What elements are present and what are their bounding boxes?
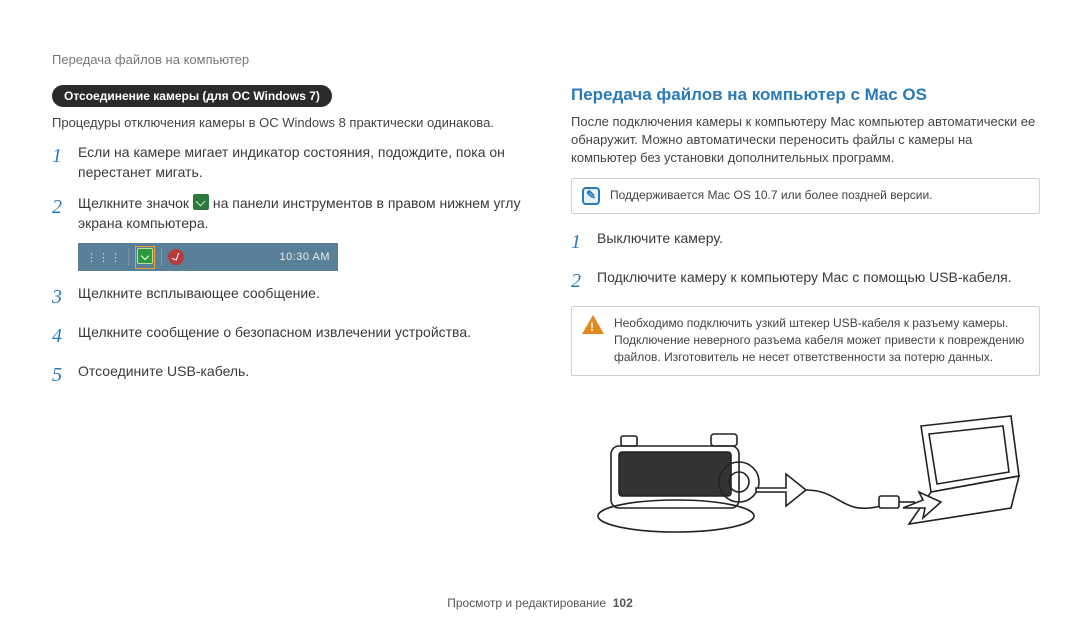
note-text: Поддерживается Mac OS 10.7 или более поз…	[610, 187, 933, 204]
taskbar-screenshot: ⋮⋮⋮ 10:30 AM	[78, 243, 338, 271]
info-icon: ✎	[582, 187, 600, 205]
content-columns: Отсоединение камеры (для ОС Windows 7) П…	[52, 85, 1040, 546]
step-number: 1	[52, 142, 78, 171]
footer-section: Просмотр и редактирование	[447, 596, 606, 610]
taskbar-separator	[161, 248, 162, 266]
taskbar-highlight	[135, 246, 155, 269]
list-item: 5 Отсоедините USB-кабель.	[52, 361, 521, 390]
step-text: Отсоедините USB-кабель.	[78, 361, 521, 381]
section-pill-windows: Отсоединение камеры (для ОС Windows 7)	[52, 85, 332, 107]
step-text: Щелкните всплывающее сообщение.	[78, 283, 521, 303]
page-number: 102	[613, 596, 633, 610]
step-text: Если на камере мигает индикатор состояни…	[78, 142, 521, 183]
page-header: Передача файлов на компьютер	[52, 52, 249, 67]
safe-remove-tray-icon	[137, 248, 153, 264]
step-number: 2	[571, 267, 597, 296]
taskbar-clock: 10:30 AM	[280, 251, 330, 263]
step-number: 4	[52, 322, 78, 351]
list-item: 1 Если на камере мигает индикатор состоя…	[52, 142, 521, 183]
step-number: 1	[571, 228, 597, 257]
taskbar-grip-icon: ⋮⋮⋮	[86, 251, 122, 264]
tray-icon	[168, 249, 184, 265]
step2-prefix: Щелкните значок	[78, 195, 193, 211]
warning-box: Необходимо подключить узкий штекер USB-к…	[571, 306, 1040, 376]
list-item: 2 Подключите камеру к компьютеру Mac с п…	[571, 267, 1040, 296]
right-column: Передача файлов на компьютер с Mac OS По…	[571, 85, 1040, 546]
note-box: ✎ Поддерживается Mac OS 10.7 или более п…	[571, 178, 1040, 214]
list-item: 3 Щелкните всплывающее сообщение.	[52, 283, 521, 312]
connection-diagram-icon	[591, 396, 1021, 546]
right-steps: 1 Выключите камеру. 2 Подключите камеру …	[571, 228, 1040, 296]
page-footer: Просмотр и редактирование 102	[0, 596, 1080, 610]
section-title-mac: Передача файлов на компьютер с Mac OS	[571, 85, 1040, 105]
list-item: 1 Выключите камеру.	[571, 228, 1040, 257]
left-steps-cont: 3 Щелкните всплывающее сообщение. 4 Щелк…	[52, 283, 521, 390]
step-text: Щелкните сообщение о безопасном извлечен…	[78, 322, 521, 342]
taskbar-separator	[128, 248, 129, 266]
step-text: Выключите камеру.	[597, 228, 1040, 248]
right-intro: После подключения камеры к компьютеру Ma…	[571, 113, 1040, 168]
step-text: Щелкните значок на панели инструментов в…	[78, 193, 521, 234]
camera-laptop-illustration	[571, 396, 1040, 546]
safe-remove-icon	[193, 194, 209, 210]
step-number: 2	[52, 193, 78, 222]
left-intro: Процедуры отключения камеры в ОС Windows…	[52, 114, 521, 132]
step-number: 5	[52, 361, 78, 390]
warning-icon	[582, 315, 604, 334]
left-column: Отсоединение камеры (для ОС Windows 7) П…	[52, 85, 521, 546]
step-text: Подключите камеру к компьютеру Mac с пом…	[597, 267, 1040, 287]
left-steps: 1 Если на камере мигает индикатор состоя…	[52, 142, 521, 233]
list-item: 2 Щелкните значок на панели инструментов…	[52, 193, 521, 234]
list-item: 4 Щелкните сообщение о безопасном извлеч…	[52, 322, 521, 351]
warning-text: Необходимо подключить узкий штекер USB-к…	[614, 315, 1029, 367]
step-number: 3	[52, 283, 78, 312]
